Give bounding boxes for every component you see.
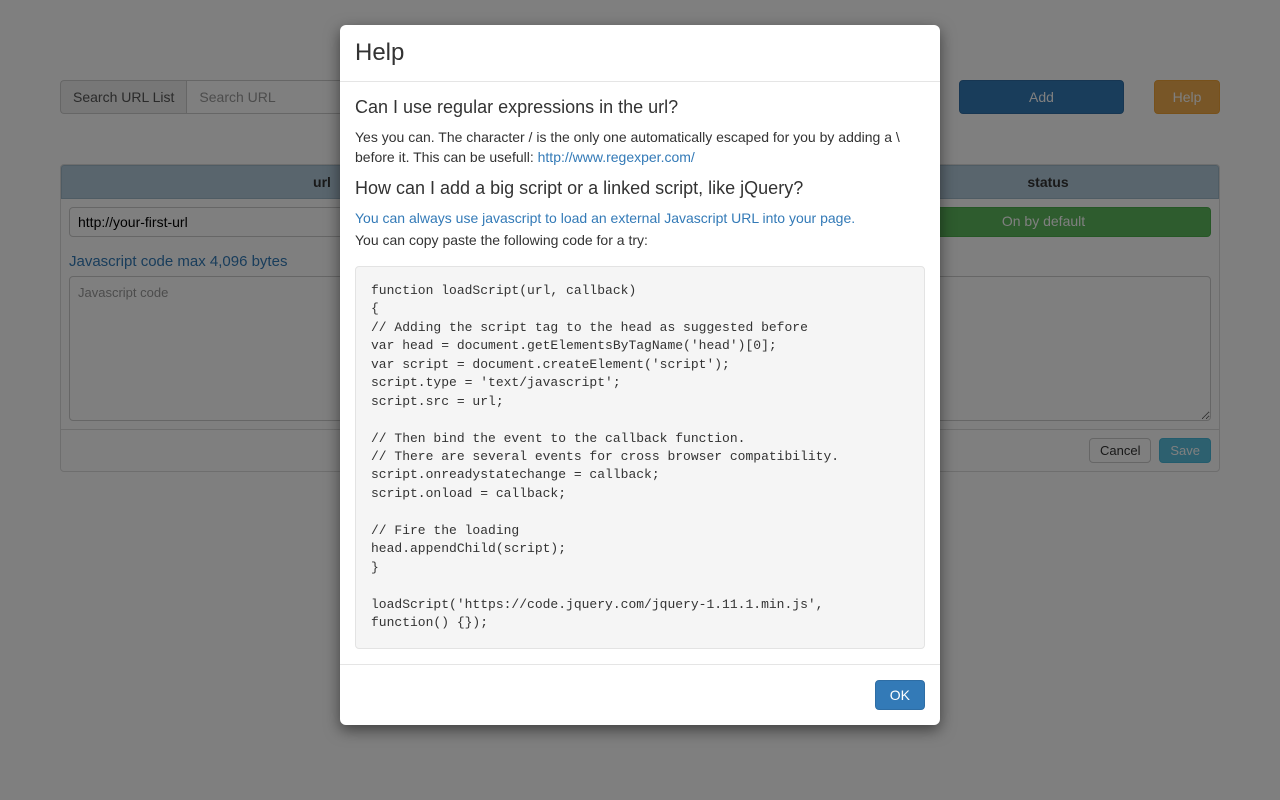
help-q2: How can I add a big script or a linked s… (355, 178, 925, 199)
modal-header: Help (340, 25, 940, 82)
help-a2-text: You can copy paste the following code fo… (355, 231, 925, 251)
modal-title: Help (355, 40, 925, 66)
help-a1: Yes you can. The character / is the only… (355, 128, 925, 168)
modal-body: Can I use regular expressions in the url… (340, 82, 940, 663)
help-q1: Can I use regular expressions in the url… (355, 97, 925, 118)
load-external-link[interactable]: You can always use javascript to load an… (355, 210, 855, 226)
modal-footer: OK (340, 664, 940, 725)
help-modal: Help Can I use regular expressions in th… (340, 25, 940, 725)
code-sample[interactable]: function loadScript(url, callback) { // … (355, 266, 925, 649)
regexper-link[interactable]: http://www.regexper.com/ (538, 149, 695, 165)
ok-button[interactable]: OK (875, 680, 925, 710)
